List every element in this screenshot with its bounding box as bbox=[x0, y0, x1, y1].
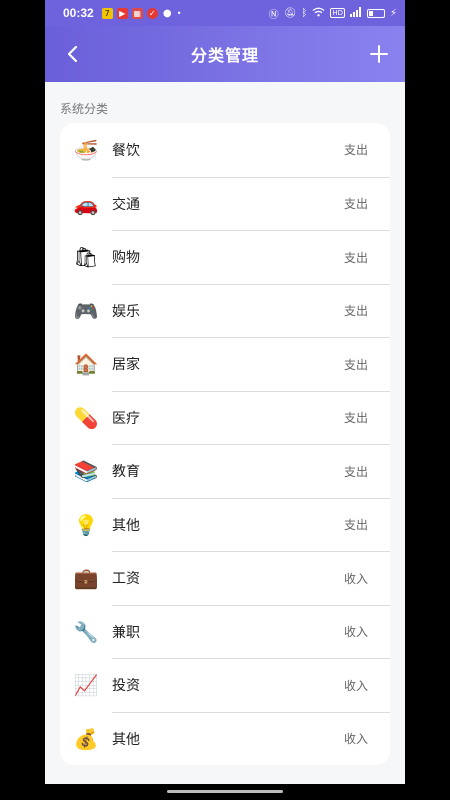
app-7-icon: 7 bbox=[101, 7, 113, 19]
category-row[interactable]: 💰 其他 收入 bbox=[74, 711, 390, 766]
category-row[interactable]: 💼 工资 收入 bbox=[74, 551, 390, 605]
category-row[interactable]: 🍜 餐饮 支出 bbox=[60, 123, 390, 177]
category-row[interactable]: 🔧 兼职 收入 bbox=[74, 604, 390, 659]
add-category-button[interactable] bbox=[363, 38, 395, 70]
shopping-bags-icon: 🛍 bbox=[73, 245, 99, 270]
category-row[interactable]: 💡 其他 支出 bbox=[74, 497, 390, 552]
briefcase-icon: 💼 bbox=[73, 566, 99, 591]
wechat-icon: ● bbox=[162, 7, 172, 19]
category-type: 收入 bbox=[343, 678, 368, 693]
category-row[interactable]: 🎮 娱乐 支出 bbox=[74, 283, 390, 338]
category-row[interactable]: 🛍 购物 支出 bbox=[73, 230, 390, 284]
house-icon: 🏠 bbox=[73, 352, 99, 377]
phone-screen: 00:32 7 ▶ ▦ ✓ ● • Ⓝ 🔕︎ ᛒ HD ⚡︎ 分类管理 系统分类… bbox=[45, 0, 405, 800]
status-bar: 00:32 7 ▶ ▦ ✓ ● • Ⓝ 🔕︎ ᛒ HD ⚡︎ bbox=[45, 0, 405, 26]
noodles-icon: 🍜 bbox=[73, 137, 99, 162]
category-type: 支出 bbox=[343, 143, 368, 158]
category-type: 收入 bbox=[343, 625, 368, 640]
category-row[interactable]: 🚗 交通 支出 bbox=[74, 176, 390, 231]
status-time: 00:32 bbox=[63, 6, 94, 20]
car-icon: 🚗 bbox=[73, 191, 99, 216]
category-type: 支出 bbox=[343, 357, 368, 372]
books-icon: 📚 bbox=[73, 459, 99, 484]
system-icons: Ⓝ 🔕︎ ᛒ HD ⚡︎ bbox=[269, 6, 397, 21]
category-name: 交通 bbox=[112, 196, 140, 213]
category-name: 购物 bbox=[112, 250, 140, 267]
youtube-icon: ▶ bbox=[116, 7, 128, 19]
bluetooth-icon: ᛒ bbox=[301, 7, 308, 19]
category-row[interactable]: 📈 投资 收入 bbox=[74, 658, 390, 712]
category-name: 居家 bbox=[112, 357, 140, 374]
category-name: 医疗 bbox=[112, 410, 140, 427]
system-nav-bar bbox=[45, 784, 405, 800]
category-name: 教育 bbox=[112, 464, 140, 481]
signal-icon bbox=[349, 6, 362, 20]
hd-icon: HD bbox=[330, 8, 345, 18]
category-name: 其他 bbox=[112, 731, 140, 748]
category-name: 餐饮 bbox=[112, 142, 140, 159]
red-app-icon: ✓ bbox=[146, 7, 158, 19]
category-type: 收入 bbox=[343, 571, 368, 586]
charging-icon: ⚡︎ bbox=[389, 7, 397, 19]
category-row[interactable]: 📚 教育 支出 bbox=[74, 444, 390, 498]
battery-icon bbox=[366, 8, 385, 18]
category-type: 支出 bbox=[343, 411, 368, 426]
chart-up-icon: 📈 bbox=[73, 673, 99, 698]
nfc-icon: Ⓝ bbox=[268, 9, 279, 21]
category-row[interactable]: 💊 医疗 支出 bbox=[74, 390, 390, 445]
category-type: 支出 bbox=[343, 518, 368, 533]
notification-icons: 7 ▶ ▦ ✓ ● • bbox=[101, 7, 182, 19]
category-row[interactable]: 🏠 居家 支出 bbox=[74, 337, 390, 391]
category-name: 兼职 bbox=[112, 624, 140, 641]
category-name: 投资 bbox=[112, 678, 140, 695]
page-title: 分类管理 bbox=[190, 46, 259, 65]
gallery-icon: ▦ bbox=[131, 7, 143, 19]
mute-icon: 🔕︎ bbox=[283, 7, 297, 19]
pill-icon: 💊 bbox=[73, 405, 99, 430]
category-type: 支出 bbox=[343, 250, 368, 265]
category-type: 收入 bbox=[343, 732, 368, 747]
wrench-icon: 🔧 bbox=[73, 619, 99, 644]
plus-icon bbox=[370, 45, 388, 63]
gamepad-icon: 🎮 bbox=[73, 298, 99, 323]
category-name: 娱乐 bbox=[112, 303, 140, 320]
category-name: 工资 bbox=[112, 571, 140, 588]
back-button[interactable] bbox=[59, 40, 87, 68]
category-type: 支出 bbox=[343, 197, 368, 212]
wifi-icon bbox=[312, 7, 325, 20]
dot-icon: • bbox=[176, 8, 182, 18]
chevron-left-icon bbox=[67, 45, 78, 63]
money-bag-icon: 💰 bbox=[73, 726, 99, 751]
app-header: 分类管理 bbox=[45, 26, 405, 82]
category-type: 支出 bbox=[343, 304, 368, 319]
category-name: 其他 bbox=[112, 517, 140, 534]
home-indicator[interactable] bbox=[167, 790, 283, 793]
category-list: 🍜 餐饮 支出 🚗 交通 支出 🛍 购物 支出 🎮 娱乐 支出 🏠 居家 支出 💊 医疗 支出 📚 教育 支出 💡 其他 支出… bbox=[60, 123, 390, 765]
category-type: 支出 bbox=[343, 464, 368, 479]
lightbulb-icon: 💡 bbox=[73, 512, 99, 537]
section-label: 系统分类 bbox=[60, 102, 109, 116]
